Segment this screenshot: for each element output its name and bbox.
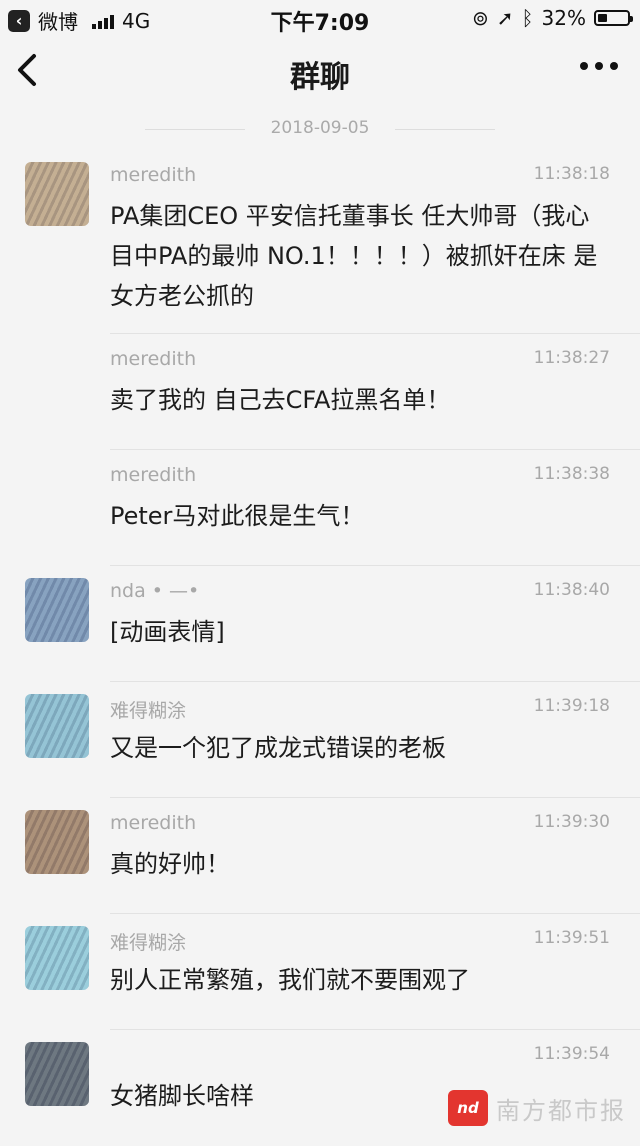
- message-time: 11:39:30: [533, 812, 610, 832]
- message-row[interactable]: 11:39:54 女猪脚长啥样: [0, 1030, 640, 1146]
- message-row[interactable]: meredith 11:38:18 PA集团CEO 平安信托董事长 任大帅哥（我心目…: [0, 150, 640, 334]
- watermark-logo: nd: [448, 1090, 488, 1126]
- message-time: 11:38:18: [533, 164, 610, 184]
- message-time: 11:38:40: [533, 580, 610, 600]
- date-divider: 2018-09-05: [0, 118, 640, 138]
- sender-name: nda • —•: [110, 580, 200, 602]
- sender-name: meredith: [110, 164, 197, 186]
- nav-bar: 群聊: [0, 40, 640, 104]
- redaction-scribble: [25, 810, 89, 874]
- message-time: 11:39:18: [533, 696, 610, 716]
- message-row[interactable]: meredith 11:38:27 卖了我的 自己去CFA拉黑名单！: [0, 334, 640, 450]
- message-text: [动画表情]: [110, 618, 225, 646]
- avatar[interactable]: [25, 1042, 89, 1106]
- battery-icon: [594, 10, 633, 26]
- status-bar: ‹ 微博 4G 下午7:09 ⊚ ➚ ᛒ 32%: [0, 0, 640, 36]
- redaction-scribble: [25, 578, 89, 642]
- message-text: 别人正常繁殖，我们就不要围观了: [110, 966, 470, 994]
- watermark: nd 南方都市报: [448, 1090, 626, 1126]
- message-time: 11:38:38: [533, 464, 610, 484]
- message-text: 真的好帅！: [110, 850, 230, 878]
- avatar[interactable]: [25, 162, 89, 226]
- message-text: 又是一个犯了成龙式错误的老板: [110, 734, 446, 762]
- redaction-scribble: [25, 926, 89, 990]
- sender-name: meredith: [110, 812, 197, 834]
- watermark-text: 南方都市报: [496, 1096, 626, 1125]
- location-icon: ➚: [496, 6, 514, 30]
- redaction-scribble: [25, 694, 89, 758]
- avatar[interactable]: [25, 810, 89, 874]
- chat-list[interactable]: meredith 11:38:18 PA集团CEO 平安信托董事长 任大帅哥（我心目…: [0, 150, 640, 1146]
- message-time: 11:39:51: [533, 928, 610, 948]
- battery-percent: 32%: [541, 6, 586, 30]
- status-right: ⊚ ➚ ᛒ 32%: [472, 6, 633, 30]
- sender-name: meredith: [110, 464, 197, 486]
- message-row[interactable]: meredith 11:39:30 真的好帅！: [0, 798, 640, 914]
- page-title: 群聊: [290, 60, 350, 95]
- redaction-scribble: [25, 1042, 89, 1106]
- message-text: Peter马对此很是生气！: [110, 502, 365, 530]
- message-row[interactable]: nda • —• 11:38:40 [动画表情]: [0, 566, 640, 682]
- message-row[interactable]: meredith 11:38:38 Peter马对此很是生气！: [0, 450, 640, 566]
- avatar[interactable]: [25, 578, 89, 642]
- sender-name: meredith: [110, 348, 197, 370]
- sender-name: 难得糊涂: [110, 932, 187, 954]
- message-text: 卖了我的 自己去CFA拉黑名单！: [110, 386, 451, 414]
- message-text: PA集团CEO 平安信托董事长 任大帅哥（我心目中PA的最帅 NO.1！！！！）…: [110, 202, 598, 310]
- avatar[interactable]: [25, 926, 89, 990]
- avatar[interactable]: [25, 694, 89, 758]
- message-row[interactable]: 难得糊涂 11:39:51 别人正常繁殖，我们就不要围观了: [0, 914, 640, 1030]
- redaction-scribble: [25, 162, 89, 226]
- message-time: 11:39:54: [533, 1044, 610, 1064]
- rotation-lock-icon: ⊚: [472, 6, 489, 30]
- more-options-icon[interactable]: [580, 62, 618, 70]
- bluetooth-icon: ᛒ: [521, 6, 534, 30]
- message-row[interactable]: 难得糊涂 11:39:18 又是一个犯了成龙式错误的老板: [0, 682, 640, 798]
- sender-name: 难得糊涂: [110, 700, 187, 722]
- message-time: 11:38:27: [533, 348, 610, 368]
